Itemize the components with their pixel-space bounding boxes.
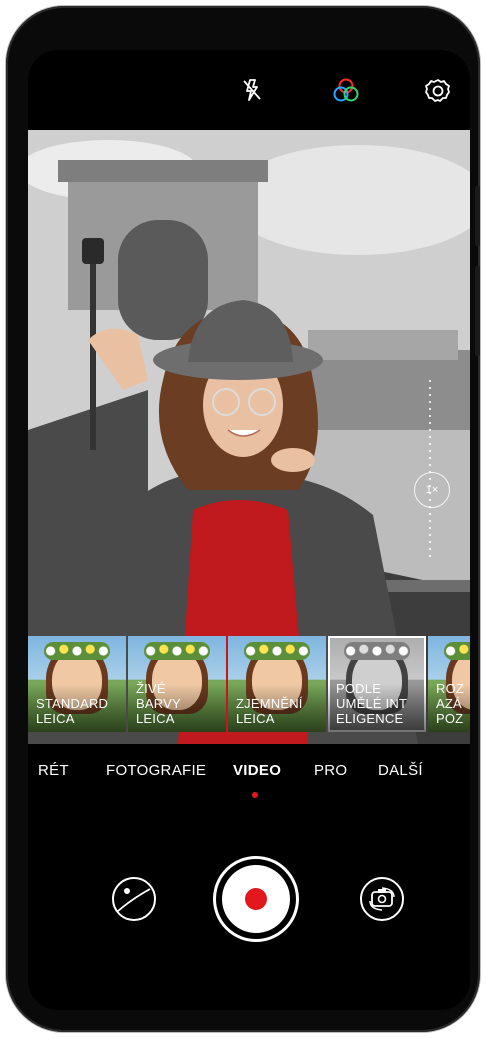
- filter-label: STANDARD LEICA: [36, 696, 109, 726]
- mode-more[interactable]: DALŠÍ: [378, 762, 423, 779]
- volume-button: [475, 186, 480, 246]
- filter-background-blur[interactable]: ROZ AZÁ POZ: [428, 636, 470, 732]
- record-dot-icon: [245, 888, 267, 910]
- zoom-level-label: 1×: [425, 484, 439, 496]
- mode-portrait[interactable]: RÉT: [38, 762, 69, 779]
- mode-video[interactable]: VIDEO: [233, 762, 281, 779]
- camera-screen: 1× STANDARD LEICA ŽIVÉ BARVY LEICA ZJEMN…: [28, 50, 470, 1010]
- filter-strip: STANDARD LEICA ŽIVÉ BARVY LEICA ZJEMNĚNÍ…: [28, 636, 470, 732]
- filter-thumb-wreath: [44, 642, 110, 660]
- filter-label: ŽIVÉ BARVY LEICA: [136, 681, 181, 726]
- mode-photo[interactable]: FOTOGRAFIE: [106, 762, 206, 779]
- filter-label: ZJEMNĚNÍ LEICA: [236, 696, 303, 726]
- flash-off-icon[interactable]: [238, 76, 266, 104]
- filter-thumb-wreath: [444, 642, 470, 660]
- mode-pro[interactable]: PRO: [314, 762, 347, 779]
- zoom-slider-track[interactable]: [429, 380, 431, 560]
- phone-frame: 1× STANDARD LEICA ŽIVÉ BARVY LEICA ZJEMN…: [6, 6, 480, 1032]
- zoom-knob[interactable]: 1×: [414, 472, 450, 508]
- switch-camera-icon[interactable]: [360, 877, 404, 921]
- filter-standard-leica[interactable]: STANDARD LEICA: [28, 636, 126, 732]
- filter-label: PODLE UMĚLÉ INT ELIGENCE: [336, 681, 408, 726]
- record-button-inner: [222, 865, 290, 933]
- top-toolbar: [28, 50, 470, 130]
- record-button[interactable]: [213, 856, 299, 942]
- filter-thumb-wreath: [144, 642, 210, 660]
- filter-thumb-wreath: [344, 642, 410, 660]
- capture-controls: [28, 850, 470, 950]
- mode-selector: RÉT FOTOGRAFIE VIDEO PRO DALŠÍ: [28, 762, 470, 792]
- filter-ai[interactable]: PODLE UMĚLÉ INT ELIGENCE: [328, 636, 426, 732]
- filter-thumb-wreath: [244, 642, 310, 660]
- active-mode-indicator: [252, 792, 258, 798]
- power-button: [475, 266, 480, 356]
- settings-icon[interactable]: [423, 76, 453, 106]
- gallery-thumbnail-icon[interactable]: [112, 877, 156, 921]
- filter-vivid-leica[interactable]: ŽIVÉ BARVY LEICA: [128, 636, 226, 732]
- filter-smooth-leica[interactable]: ZJEMNĚNÍ LEICA: [228, 636, 326, 732]
- filter-label: ROZ AZÁ POZ: [436, 681, 465, 726]
- color-filter-icon[interactable]: [331, 76, 361, 106]
